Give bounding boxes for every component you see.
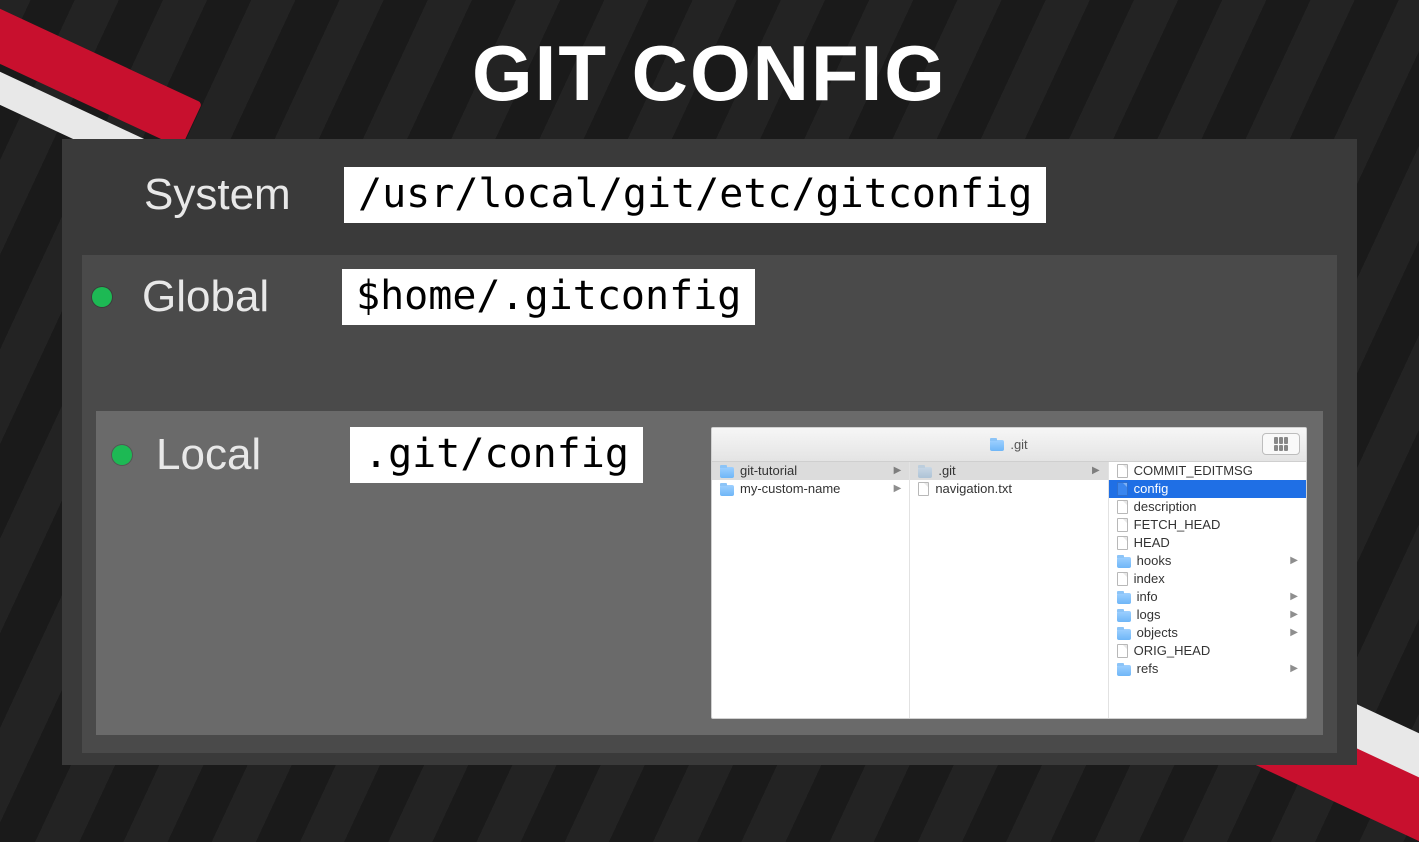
view-mode-button[interactable] bbox=[1262, 433, 1300, 455]
finder-item-label: .git bbox=[938, 462, 955, 480]
finder-column-1: .git ▶ navigation.txt bbox=[910, 462, 1108, 718]
folder-icon bbox=[918, 467, 932, 478]
chevron-right-icon: ▶ bbox=[894, 480, 902, 498]
finder-item-label: config bbox=[1134, 480, 1169, 498]
folder-icon bbox=[990, 440, 1004, 451]
row-local: Local .git/config bbox=[112, 427, 643, 483]
finder-item-label: COMMIT_EDITMSG bbox=[1134, 462, 1253, 480]
finder-item-label: navigation.txt bbox=[935, 480, 1012, 498]
finder-item[interactable]: hooks ▶ bbox=[1109, 552, 1306, 570]
file-icon bbox=[1117, 518, 1128, 532]
folder-icon bbox=[1117, 629, 1131, 640]
finder-item[interactable]: info ▶ bbox=[1109, 588, 1306, 606]
chevron-right-icon: ▶ bbox=[1290, 624, 1298, 642]
finder-item-label: index bbox=[1134, 570, 1165, 588]
finder-item[interactable]: HEAD bbox=[1109, 534, 1306, 552]
finder-item-label: HEAD bbox=[1134, 534, 1170, 552]
finder-item-label: refs bbox=[1137, 660, 1159, 678]
page-title: GIT CONFIG bbox=[0, 0, 1419, 119]
finder-item-label: objects bbox=[1137, 624, 1178, 642]
finder-item[interactable]: description bbox=[1109, 498, 1306, 516]
finder-column-0: git-tutorial ▶ my-custom-name ▶ bbox=[712, 462, 910, 718]
finder-item[interactable]: .git ▶ bbox=[910, 462, 1107, 480]
finder-item-label: info bbox=[1137, 588, 1158, 606]
file-icon bbox=[1117, 572, 1128, 586]
finder-item[interactable]: git-tutorial ▶ bbox=[712, 462, 909, 480]
folder-icon bbox=[1117, 593, 1131, 604]
finder-item[interactable]: logs ▶ bbox=[1109, 606, 1306, 624]
chevron-right-icon: ▶ bbox=[1092, 462, 1100, 480]
finder-item[interactable]: navigation.txt bbox=[910, 480, 1107, 498]
finder-item[interactable]: FETCH_HEAD bbox=[1109, 516, 1306, 534]
file-icon bbox=[1117, 500, 1128, 514]
panel-local: Local .git/config .git git-tutorial▶my-c bbox=[96, 411, 1323, 735]
finder-item-label: git-tutorial bbox=[740, 462, 797, 480]
path-global: $home/.gitconfig bbox=[342, 269, 755, 325]
finder-item-label: FETCH_HEAD bbox=[1134, 516, 1221, 534]
file-icon bbox=[918, 482, 929, 496]
level-label-global: Global bbox=[142, 272, 312, 322]
path-system: /usr/local/git/etc/gitconfig bbox=[344, 167, 1046, 223]
finder-item[interactable]: index bbox=[1109, 570, 1306, 588]
file-icon bbox=[1117, 644, 1128, 658]
finder-item-label: ORIG_HEAD bbox=[1134, 642, 1211, 660]
finder-title-text: .git bbox=[1010, 437, 1027, 452]
row-system: System /usr/local/git/etc/gitconfig bbox=[94, 167, 1046, 223]
chevron-right-icon: ▶ bbox=[1290, 660, 1298, 678]
finder-item-label: hooks bbox=[1137, 552, 1172, 570]
finder-item-label: logs bbox=[1137, 606, 1161, 624]
folder-icon bbox=[1117, 611, 1131, 622]
finder-item[interactable]: refs ▶ bbox=[1109, 660, 1306, 678]
finder-item[interactable]: config bbox=[1109, 480, 1306, 498]
file-icon bbox=[1117, 536, 1128, 550]
bullet-dot bbox=[112, 445, 132, 465]
level-label-system: System bbox=[144, 170, 314, 220]
finder-item[interactable]: my-custom-name ▶ bbox=[712, 480, 909, 498]
finder-columns: git-tutorial ▶ my-custom-name ▶ .git ▶ naviga… bbox=[712, 462, 1306, 718]
file-icon bbox=[1117, 464, 1128, 478]
bullet-dot bbox=[92, 287, 112, 307]
finder-window: .git git-tutorial ▶ my-custom-name ▶ .git ▶ n… bbox=[711, 427, 1307, 719]
file-icon bbox=[1117, 482, 1128, 496]
chevron-right-icon: ▶ bbox=[1290, 588, 1298, 606]
path-local: .git/config bbox=[350, 427, 643, 483]
folder-icon bbox=[1117, 665, 1131, 676]
folder-icon bbox=[720, 485, 734, 496]
panel-global: Global $home/.gitconfig Local .git/confi… bbox=[82, 255, 1337, 753]
folder-icon bbox=[720, 467, 734, 478]
finder-item-label: description bbox=[1134, 498, 1197, 516]
finder-item[interactable]: objects ▶ bbox=[1109, 624, 1306, 642]
chevron-right-icon: ▶ bbox=[1290, 552, 1298, 570]
chevron-right-icon: ▶ bbox=[1290, 606, 1298, 624]
folder-icon bbox=[1117, 557, 1131, 568]
finder-titlebar: .git bbox=[712, 428, 1306, 462]
finder-item-label: my-custom-name bbox=[740, 480, 840, 498]
level-label-local: Local bbox=[156, 430, 326, 480]
finder-column-2: COMMIT_EDITMSGconfigdescriptionFETCH_HEA… bbox=[1109, 462, 1306, 718]
finder-item[interactable]: ORIG_HEAD bbox=[1109, 642, 1306, 660]
row-global: Global $home/.gitconfig bbox=[92, 269, 1319, 325]
panel-system: System /usr/local/git/etc/gitconfig Glob… bbox=[62, 139, 1357, 765]
chevron-right-icon: ▶ bbox=[894, 462, 902, 480]
grid-icon bbox=[1274, 437, 1288, 451]
finder-item[interactable]: COMMIT_EDITMSG bbox=[1109, 462, 1306, 480]
